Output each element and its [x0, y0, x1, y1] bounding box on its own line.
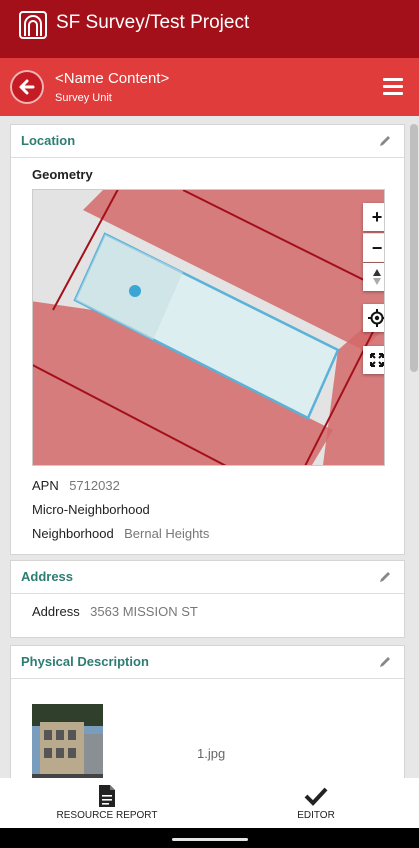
physical-description-card: Physical Description 1.jpg — [10, 645, 405, 778]
resource-report-button[interactable]: RESOURCE REPORT — [42, 782, 172, 821]
geometry-label: Geometry — [32, 167, 93, 182]
address-section-title: Address — [21, 569, 74, 584]
scrollbar[interactable] — [410, 124, 418, 372]
form-content[interactable]: Location Geometry + − APN 5712032 Micro-… — [0, 116, 419, 778]
neighborhood-row: Neighborhood Bernal Heights — [32, 525, 209, 543]
address-row: Address 3563 MISSION ST — [32, 603, 198, 621]
zoom-in-button[interactable]: + — [363, 203, 384, 231]
edit-pencil-icon[interactable] — [378, 655, 392, 669]
neighborhood-value: Bernal Heights — [124, 526, 210, 541]
back-arrow-icon — [19, 79, 35, 95]
building-photo — [32, 704, 103, 778]
app-title: SF Survey/Test Project — [56, 12, 250, 33]
location-marker — [129, 285, 141, 297]
fullscreen-button[interactable] — [363, 346, 384, 374]
record-subtitle: Survey Unit — [55, 92, 112, 104]
photo-thumbnail[interactable] — [32, 704, 103, 778]
editor-button[interactable]: EDITOR — [251, 782, 381, 821]
locate-icon — [368, 309, 384, 327]
system-navigation-bar — [0, 828, 419, 848]
expand-icon — [370, 353, 384, 367]
document-icon — [99, 785, 115, 807]
geometry-map[interactable]: + − — [32, 189, 385, 466]
bottom-navigation: RESOURCE REPORT EDITOR — [0, 778, 419, 828]
edit-pencil-icon[interactable] — [378, 134, 392, 148]
app-bar: SF Survey/Test Project — [0, 0, 419, 58]
record-title: <Name Content> — [55, 70, 170, 87]
editor-label: EDITOR — [297, 810, 335, 821]
compass-button[interactable] — [363, 263, 384, 291]
address-card-header: Address — [11, 561, 404, 594]
compass-icon — [373, 269, 381, 285]
apn-value: 5712032 — [69, 478, 120, 493]
locate-me-button[interactable] — [363, 304, 384, 332]
address-label: Address — [32, 604, 80, 619]
location-section-title: Location — [21, 133, 76, 148]
photo-file-name: 1.jpg — [197, 746, 226, 761]
back-button[interactable] — [10, 70, 44, 104]
apn-row: APN 5712032 — [32, 477, 120, 495]
micro-neighborhood-row: Micro-Neighborhood — [32, 501, 150, 519]
menu-icon[interactable] — [383, 78, 403, 95]
edit-pencil-icon[interactable] — [378, 570, 392, 584]
apn-label: APN — [32, 478, 59, 493]
location-card: Location Geometry + − APN 5712032 Micro-… — [10, 124, 405, 555]
physical-description-card-header: Physical Description — [11, 646, 404, 679]
address-card: Address Address 3563 MISSION ST — [10, 560, 405, 638]
address-value: 3563 MISSION ST — [90, 604, 198, 619]
checkmark-icon — [304, 787, 328, 806]
home-indicator[interactable] — [172, 838, 248, 841]
map-canvas — [33, 190, 384, 465]
micro-neighborhood-label: Micro-Neighborhood — [32, 502, 150, 517]
neighborhood-label: Neighborhood — [32, 526, 114, 541]
resource-report-label: RESOURCE REPORT — [56, 810, 158, 821]
physical-description-section-title: Physical Description — [21, 654, 149, 669]
zoom-out-button[interactable]: − — [363, 233, 384, 262]
app-logo-icon — [19, 11, 47, 39]
location-card-header: Location — [11, 125, 404, 158]
record-header: <Name Content> Survey Unit — [0, 58, 419, 116]
